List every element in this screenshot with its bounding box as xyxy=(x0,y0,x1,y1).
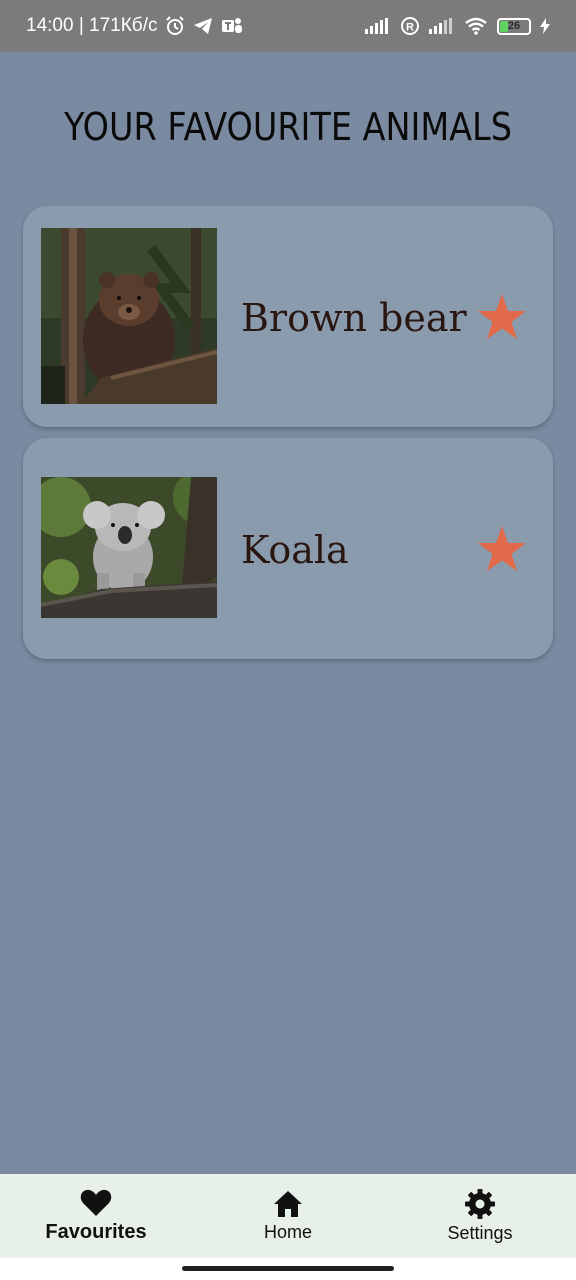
nav-favourites[interactable]: Favourites xyxy=(0,1174,192,1258)
status-bar: 14:00 | 171Кб/с R 26 xyxy=(0,0,576,52)
heart-icon xyxy=(80,1189,112,1216)
nav-label: Home xyxy=(263,1221,312,1242)
charging-icon xyxy=(540,18,550,34)
status-time: 14:00 | 171Кб/с xyxy=(26,15,158,36)
star-icon xyxy=(478,526,526,571)
teams-icon xyxy=(221,16,243,36)
gesture-handle[interactable] xyxy=(182,1266,394,1271)
alarm-icon xyxy=(165,16,185,36)
page-title: YOUR FAVOURITE ANIMALS xyxy=(64,105,512,149)
favourites-list: Brown bear Koala xyxy=(23,206,553,670)
nav-label: Settings xyxy=(447,1222,513,1243)
gear-icon xyxy=(465,1188,495,1219)
telegram-icon xyxy=(193,17,213,35)
gesture-area xyxy=(0,1258,576,1280)
roaming-icon: R xyxy=(400,16,420,36)
bottom-navigation: Favourites Home Settings xyxy=(0,1174,576,1258)
signal-icon xyxy=(429,18,455,34)
nav-home[interactable]: Home xyxy=(192,1174,384,1258)
favourite-star-button[interactable] xyxy=(477,524,527,574)
battery-icon: 26 xyxy=(497,17,531,35)
nav-settings[interactable]: Settings xyxy=(384,1174,576,1258)
brown-bear-photo xyxy=(41,228,217,404)
koala-photo xyxy=(41,477,217,618)
home-icon xyxy=(274,1190,302,1217)
wifi-icon xyxy=(464,17,488,35)
nav-label: Favourites xyxy=(45,1220,147,1243)
favourite-star-button[interactable] xyxy=(477,292,527,342)
favourite-card[interactable]: Koala xyxy=(23,438,553,659)
svg-text:R: R xyxy=(406,22,414,34)
favourite-card[interactable]: Brown bear xyxy=(23,206,553,427)
animal-name: Koala xyxy=(241,528,349,572)
animal-name: Brown bear xyxy=(241,296,467,340)
signal-icon xyxy=(365,18,391,34)
battery-level: 26 xyxy=(507,20,521,32)
star-icon xyxy=(478,294,526,339)
